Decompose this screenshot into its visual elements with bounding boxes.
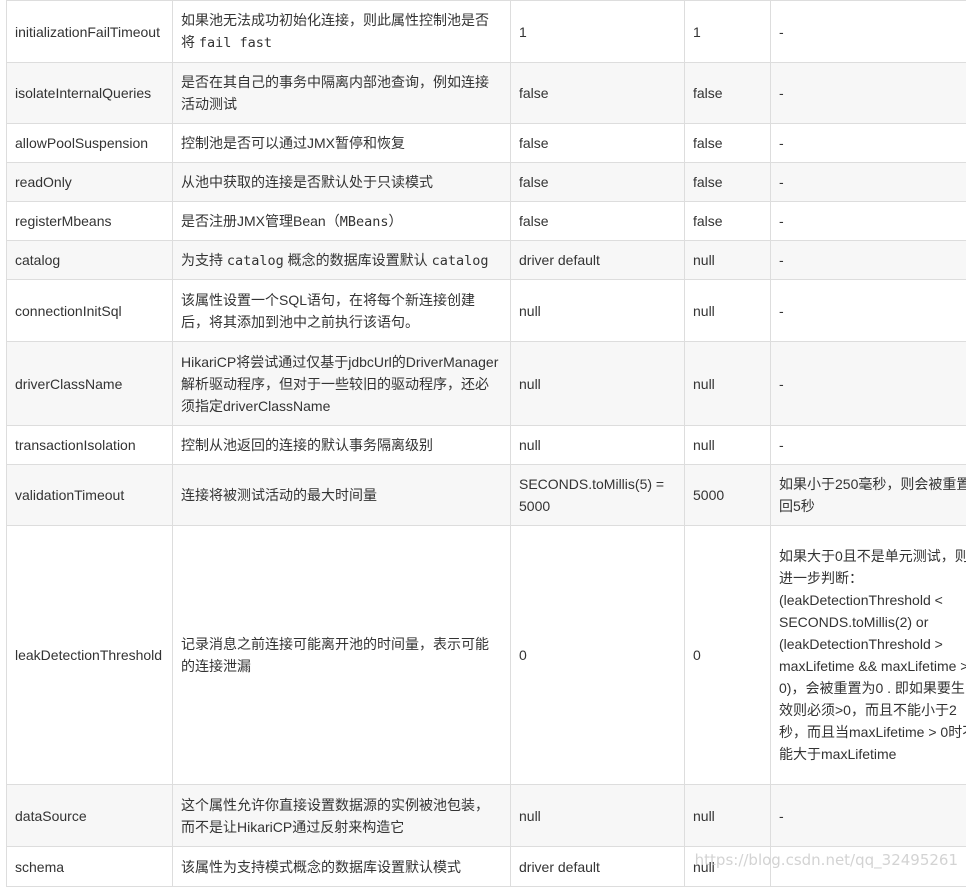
cell-description: 为支持 catalog 概念的数据库设置默认 catalog [173, 241, 511, 280]
description-text: 控制池是否可以通过JMX暂停和恢复 [181, 135, 405, 151]
cell-default-value: driver default [511, 241, 685, 280]
cell-default-value: null [511, 342, 685, 426]
cell-property-name: catalog [7, 241, 173, 280]
table-row: validationTimeout 连接将被测试活动的最大时间量 SECONDS.t… [7, 465, 966, 526]
description-text: 是否注册JMX管理Bean（ [181, 213, 340, 229]
table-row: initializationFailTimeout如果池无法成功初始化连接，则此… [7, 1, 966, 63]
cell-note: - [771, 280, 966, 342]
description-text: ） [388, 213, 402, 229]
cell-default-value: false [511, 124, 685, 163]
cell-note: - [771, 163, 966, 202]
cell-hikari-value: 0 [685, 526, 771, 785]
description-text: 概念的数据库设置默认 [284, 252, 432, 268]
description-text: 为支持 [181, 252, 227, 268]
cell-hikari-value: false [685, 202, 771, 241]
table-row: leakDetectionThreshold记录消息之前连接可能离开池的时间量，… [7, 526, 966, 785]
cell-default-value: 0 [511, 526, 685, 785]
cell-default-value: false [511, 202, 685, 241]
cell-hikari-value: null [685, 847, 771, 887]
cell-description: 该属性为支持模式概念的数据库设置默认模式 [173, 847, 511, 887]
cell-property-name: dataSource [7, 785, 173, 847]
description-text: 是否在其自己的事务中隔离内部池查询，例如连接活动测试 [181, 74, 489, 112]
table-row: isolateInternalQueries是否在其自己的事务中隔离内部池查询，… [7, 63, 966, 124]
cell-property-name: readOnly [7, 163, 173, 202]
description-text: 该属性设置一个SQL语句，在将每个新连接创建后，将其添加到池中之前执行该语句。 [181, 292, 475, 330]
inline-code: MBeans [340, 214, 389, 230]
cell-note: - [771, 1, 966, 63]
cell-description: HikariCP将尝试通过仅基于jdbcUrl的DriverManager解析驱… [173, 342, 511, 426]
cell-note: - [771, 202, 966, 241]
cell-hikari-value: null [685, 342, 771, 426]
table-row: schema 该属性为支持模式概念的数据库设置默认模式 driver default… [7, 847, 966, 887]
cell-property-name: connectionInitSql [7, 280, 173, 342]
cell-property-name: validationTimeout [7, 465, 173, 526]
cell-note: - [771, 124, 966, 163]
table-row: driverClassNameHikariCP将尝试通过仅基于jdbcUrl的D… [7, 342, 966, 426]
table-row: registerMbeans是否注册JMX管理Bean（MBeans）false… [7, 202, 966, 241]
inline-code: catalog [432, 253, 489, 269]
cell-hikari-value: null [685, 241, 771, 280]
cell-description: 是否在其自己的事务中隔离内部池查询，例如连接活动测试 [173, 63, 511, 124]
cell-property-name: initializationFailTimeout [7, 1, 173, 63]
cell-property-name: registerMbeans [7, 202, 173, 241]
cell-default-value: null [511, 426, 685, 465]
cell-property-name: transactionIsolation [7, 426, 173, 465]
table-row: dataSource这个属性允许你直接设置数据源的实例被池包装，而不是让Hika… [7, 785, 966, 847]
cell-hikari-value: null [685, 785, 771, 847]
cell-description: 控制池是否可以通过JMX暂停和恢复 [173, 124, 511, 163]
cell-hikari-value: false [685, 163, 771, 202]
cell-default-value: 1 [511, 1, 685, 63]
cell-default-value: false [511, 163, 685, 202]
cell-property-name: isolateInternalQueries [7, 63, 173, 124]
description-text: 记录消息之前连接可能离开池的时间量，表示可能的连接泄漏 [181, 636, 489, 674]
cell-note: - [771, 241, 966, 280]
cell-description: 记录消息之前连接可能离开池的时间量，表示可能的连接泄漏 [173, 526, 511, 785]
cell-note: 如果小于250毫秒，则会被重置回5秒 [771, 465, 966, 526]
cell-hikari-value: false [685, 124, 771, 163]
table-row: readOnly从池中获取的连接是否默认处于只读模式falsefalse- [7, 163, 966, 202]
config-table-body: initializationFailTimeout如果池无法成功初始化连接，则此… [7, 1, 966, 887]
description-text: HikariCP将尝试通过仅基于jdbcUrl的DriverManager解析驱… [181, 354, 498, 414]
cell-default-value: null [511, 785, 685, 847]
config-table: initializationFailTimeout如果池无法成功初始化连接，则此… [6, 0, 966, 887]
cell-note: - [771, 342, 966, 426]
cell-description: 该属性设置一个SQL语句，在将每个新连接创建后，将其添加到池中之前执行该语句。 [173, 280, 511, 342]
cell-hikari-value: null [685, 280, 771, 342]
cell-note: - [771, 785, 966, 847]
cell-default-value: null [511, 280, 685, 342]
cell-property-name: schema [7, 847, 173, 887]
cell-property-name: leakDetectionThreshold [7, 526, 173, 785]
cell-description: 是否注册JMX管理Bean（MBeans） [173, 202, 511, 241]
description-text: 连接将被测试活动的最大时间量 [181, 487, 377, 503]
cell-hikari-value: 1 [685, 1, 771, 63]
cell-description: 控制从池返回的连接的默认事务隔离级别 [173, 426, 511, 465]
cell-note: - [771, 426, 966, 465]
cell-note: 如果大于0且不是单元测试，则进一步判断：(leakDetectionThresh… [771, 526, 966, 785]
description-text: 从池中获取的连接是否默认处于只读模式 [181, 174, 433, 190]
cell-hikari-value: null [685, 426, 771, 465]
description-text: 这个属性允许你直接设置数据源的实例被池包装，而不是让HikariCP通过反射来构… [181, 797, 489, 835]
cell-hikari-value: 5000 [685, 465, 771, 526]
inline-code: catalog [227, 253, 284, 269]
description-text: 该属性为支持模式概念的数据库设置默认模式 [181, 859, 461, 875]
table-row: allowPoolSuspension 控制池是否可以通过JMX暂停和恢复 fals… [7, 124, 966, 163]
inline-code: fail fast [199, 35, 272, 51]
cell-description: 如果池无法成功初始化连接，则此属性控制池是否将 fail fast [173, 1, 511, 63]
cell-description: 连接将被测试活动的最大时间量 [173, 465, 511, 526]
table-row: catalog为支持 catalog 概念的数据库设置默认 catalogdri… [7, 241, 966, 280]
table-row: connectionInitSql该属性设置一个SQL语句，在将每个新连接创建后… [7, 280, 966, 342]
cell-note: - [771, 63, 966, 124]
cell-default-value: false [511, 63, 685, 124]
cell-default-value: SECONDS.toMillis(5) = 5000 [511, 465, 685, 526]
cell-hikari-value: false [685, 63, 771, 124]
description-text: 控制从池返回的连接的默认事务隔离级别 [181, 437, 433, 453]
cell-note [771, 847, 966, 887]
cell-default-value: driver default [511, 847, 685, 887]
cell-description: 这个属性允许你直接设置数据源的实例被池包装，而不是让HikariCP通过反射来构… [173, 785, 511, 847]
cell-property-name: driverClassName [7, 342, 173, 426]
cell-property-name: allowPoolSuspension [7, 124, 173, 163]
cell-description: 从池中获取的连接是否默认处于只读模式 [173, 163, 511, 202]
table-row: transactionIsolation 控制从池返回的连接的默认事务隔离级别 nu… [7, 426, 966, 465]
